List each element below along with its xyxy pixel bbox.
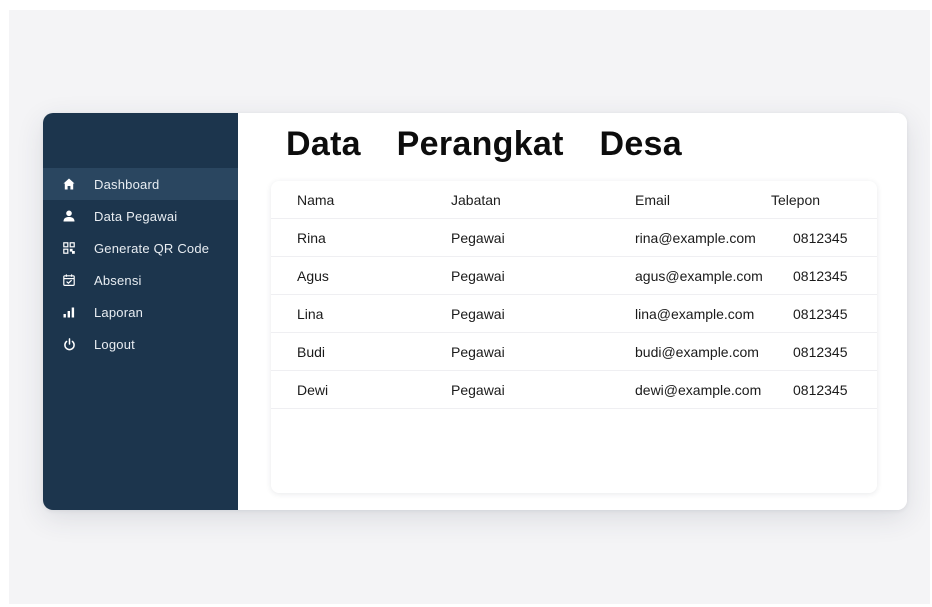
qr-code-icon <box>61 240 77 256</box>
sidebar-item-generate-qr-code[interactable]: Generate QR Code <box>43 232 238 264</box>
sidebar-item-laporan[interactable]: Laporan <box>43 296 238 328</box>
table-row[interactable]: Budi Pegawai budi@example.com 0812345 <box>271 333 877 371</box>
page-title: Data Perangkat Desa <box>286 125 682 163</box>
sidebar-item-label: Data Pegawai <box>94 208 178 224</box>
column-header-nama: Nama <box>297 192 335 208</box>
column-header-email: Email <box>635 192 671 208</box>
cell-jabatan: Pegawai <box>451 230 505 246</box>
cell-telepon: 0812345 <box>793 382 848 398</box>
sidebar-item-dashboard[interactable]: Dashboard <box>43 168 238 200</box>
cell-email: dewi@example.com <box>635 382 762 398</box>
app-window: Dashboard Data Pegawai Generate QR Code … <box>43 113 907 510</box>
sidebar-item-label: Logout <box>94 336 135 352</box>
sidebar-item-logout[interactable]: Logout <box>43 328 238 360</box>
table-row[interactable]: Rina Pegawai rina@example.com 0812345 <box>271 219 877 257</box>
cell-email: lina@example.com <box>635 306 755 322</box>
cell-jabatan: Pegawai <box>451 344 505 360</box>
table-row[interactable]: Agus Pegawai agus@example.com 0812345 <box>271 257 877 295</box>
cell-telepon: 0812345 <box>793 268 848 284</box>
sidebar-item-label: Dashboard <box>94 176 160 192</box>
cell-nama: Budi <box>297 344 326 360</box>
power-icon <box>61 336 77 352</box>
column-header-telepon: Telepon <box>771 192 821 208</box>
data-table: Nama Jabatan Email Telepon Rina Pegawai … <box>271 181 877 493</box>
cell-email: agus@example.com <box>635 268 763 284</box>
cell-jabatan: Pegawai <box>451 306 505 322</box>
table-header-row: Nama Jabatan Email Telepon <box>271 181 877 219</box>
cell-jabatan: Pegawai <box>451 268 505 284</box>
sidebar-item-label: Absensi <box>94 272 142 288</box>
sidebar-item-label: Laporan <box>94 304 144 320</box>
cell-nama: Rina <box>297 230 326 246</box>
cell-nama: Agus <box>297 268 329 284</box>
sidebar-item-label: Generate QR Code <box>94 240 210 256</box>
sidebar-item-data-pegawai[interactable]: Data Pegawai <box>43 200 238 232</box>
cell-email: rina@example.com <box>635 230 756 246</box>
cell-jabatan: Pegawai <box>451 382 505 398</box>
cell-telepon: 0812345 <box>793 306 848 322</box>
cell-email: budi@example.com <box>635 344 759 360</box>
calendar-icon <box>61 272 77 288</box>
sidebar: Dashboard Data Pegawai Generate QR Code … <box>43 113 238 510</box>
main-content: Data Perangkat Desa Nama Jabatan Email T… <box>238 113 907 510</box>
table-row[interactable]: Lina Pegawai lina@example.com 0812345 <box>271 295 877 333</box>
table-row[interactable]: Dewi Pegawai dewi@example.com 0812345 <box>271 371 877 409</box>
cell-nama: Dewi <box>297 382 329 398</box>
user-icon <box>61 208 77 224</box>
bar-chart-icon <box>61 304 77 320</box>
sidebar-item-absensi[interactable]: Absensi <box>43 264 238 296</box>
home-icon <box>61 176 77 192</box>
cell-telepon: 0812345 <box>793 230 848 246</box>
cell-telepon: 0812345 <box>793 344 848 360</box>
cell-nama: Lina <box>297 306 324 322</box>
column-header-jabatan: Jabatan <box>451 192 501 208</box>
